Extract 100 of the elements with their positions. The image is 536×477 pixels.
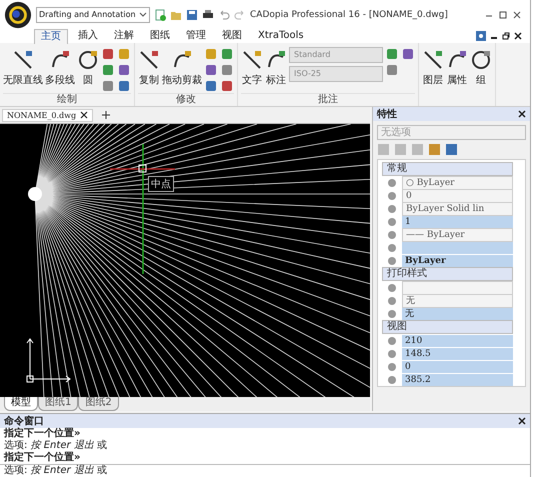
panel-title: 命令窗口 <box>4 414 44 427</box>
tool-icon[interactable] <box>385 47 399 61</box>
ribbon-group-label: 绘制 <box>3 93 131 106</box>
app-logo-icon[interactable] <box>4 0 32 28</box>
property-icon <box>386 334 398 346</box>
undo-icon[interactable] <box>218 8 230 20</box>
property-icon <box>386 190 398 202</box>
property-dropdown[interactable]: —— ByLayer <box>402 228 513 242</box>
property-icon <box>386 176 398 188</box>
property-field[interactable]: 1 <box>402 216 513 228</box>
tool-icon[interactable] <box>220 79 234 93</box>
section-header[interactable]: 视图 <box>382 320 513 334</box>
tool-icon[interactable] <box>117 79 131 93</box>
layout-tab[interactable]: 图纸2 <box>78 397 119 411</box>
toolbar-icon[interactable] <box>428 143 441 156</box>
tool-icon <box>422 49 444 71</box>
new-file-icon[interactable] <box>154 8 166 20</box>
print-icon[interactable] <box>202 8 214 20</box>
ribbon-tab[interactable]: 图纸 <box>144 29 176 43</box>
ribbon-tab[interactable]: 管理 <box>180 29 212 43</box>
property-field[interactable]: ByLayer <box>402 254 513 266</box>
crosshair-cursor-icon <box>110 144 175 274</box>
ribbon-tool-button[interactable]: 复制 <box>138 45 160 93</box>
property-icon <box>386 360 398 372</box>
window-title: CADopia Professional 16 - [NONAME_0.dwg] <box>250 10 449 20</box>
layout-tab[interactable]: 图纸1 <box>38 397 78 411</box>
close-icon[interactable] <box>512 10 522 20</box>
command-input-field[interactable]: 选项: 按 Enter 退出 或 <box>0 464 530 477</box>
ribbon-tool-button[interactable]: 图层 <box>422 45 444 106</box>
property-icon <box>386 202 398 214</box>
tool-icon[interactable] <box>401 47 415 61</box>
tool-icon[interactable] <box>101 63 115 77</box>
property-field[interactable]: 385.2 <box>402 374 513 386</box>
ribbon-tool-button[interactable]: 无限直线 <box>3 45 43 93</box>
tool-icon[interactable] <box>204 79 218 93</box>
command-history-line: 选项: 按 Enter 退出 或 <box>4 440 108 451</box>
caret-icon <box>139 12 147 18</box>
tool-icon[interactable] <box>117 63 131 77</box>
tool-icon[interactable] <box>220 47 234 61</box>
property-field[interactable]: 210 <box>402 334 513 346</box>
ribbon-tab[interactable]: 视图 <box>216 29 248 43</box>
toolbar-icon[interactable] <box>445 143 458 156</box>
save-icon[interactable] <box>186 8 198 20</box>
ribbon-tool-button[interactable]: 文字 <box>241 45 263 93</box>
close-icon[interactable] <box>80 111 88 119</box>
layout-tab[interactable]: 模型 <box>4 397 38 411</box>
property-icon <box>386 254 398 266</box>
document-tab[interactable]: NONAME_0.dwg <box>2 108 94 122</box>
tool-icon[interactable] <box>101 79 115 93</box>
tool-icon <box>138 49 160 71</box>
tool-icon <box>241 49 263 71</box>
restore-icon[interactable] <box>502 32 510 40</box>
property-icon <box>386 216 398 228</box>
workspace-dropdown[interactable]: Drafting and Annotation <box>36 6 150 22</box>
property-field[interactable]: 148.5 <box>402 348 513 360</box>
close-icon[interactable] <box>518 110 526 118</box>
tool-icon[interactable] <box>101 47 115 61</box>
property-dropdown[interactable]: ○ ByLayer <box>402 176 513 190</box>
property-icon <box>386 294 398 306</box>
tool-icon[interactable] <box>385 63 399 77</box>
ribbon-tool-button[interactable]: 圆 <box>77 45 99 93</box>
property-icon <box>386 282 398 294</box>
property-field[interactable]: 无 <box>402 308 513 320</box>
command-history-line: 指定下一个位置» <box>4 452 82 464</box>
tool-icon <box>470 49 492 71</box>
tool-icon <box>12 49 34 71</box>
snap-tooltip: 中点 <box>148 176 174 192</box>
property-dropdown[interactable]: 0 <box>402 188 513 202</box>
property-dropdown[interactable]: ByLayer Solid lin <box>402 202 513 216</box>
command-history-line: 指定下一个位置» <box>4 428 82 440</box>
ribbon-tool-button[interactable]: 多段线 <box>45 45 75 93</box>
ribbon-group-label: 修改 <box>138 93 234 106</box>
ribbon-tab[interactable]: 注解 <box>108 29 140 43</box>
ribbon-tool-button[interactable]: 拖动剪裁 <box>162 45 202 93</box>
property-icon <box>386 374 398 386</box>
property-field[interactable] <box>402 242 513 254</box>
ribbon-tool-button[interactable]: 标注 <box>265 45 287 93</box>
help-icon[interactable] <box>476 31 486 41</box>
close-icon[interactable] <box>514 32 522 40</box>
close-icon[interactable] <box>518 417 526 425</box>
ribbon-tool-button[interactable]: 组 <box>470 45 492 106</box>
property-icon <box>386 228 398 240</box>
property-icon <box>386 348 398 360</box>
tool-icon[interactable] <box>204 63 218 77</box>
section-header[interactable]: 打印样式 <box>382 267 513 281</box>
drawing-canvas[interactable]: 中点 <box>0 124 370 397</box>
ribbon-tab[interactable]: 主页 <box>34 28 68 44</box>
ribbon-group-label: 批注 <box>241 93 415 106</box>
ribbon-tab[interactable]: 插入 <box>72 29 104 43</box>
tool-icon <box>77 49 99 71</box>
property-icon <box>386 242 398 254</box>
panel-title: 特性 <box>377 108 397 121</box>
property-icon <box>386 308 398 320</box>
section-header[interactable]: 常规 <box>382 162 513 176</box>
ribbon-tab[interactable]: XtraTools <box>252 29 310 43</box>
ribbon-tool-button[interactable]: 属性 <box>446 45 468 106</box>
tool-icon[interactable] <box>220 63 234 77</box>
maximize-icon[interactable] <box>498 10 508 20</box>
property-field[interactable]: 0 <box>402 360 513 372</box>
property-dropdown[interactable]: 无 <box>402 294 513 308</box>
